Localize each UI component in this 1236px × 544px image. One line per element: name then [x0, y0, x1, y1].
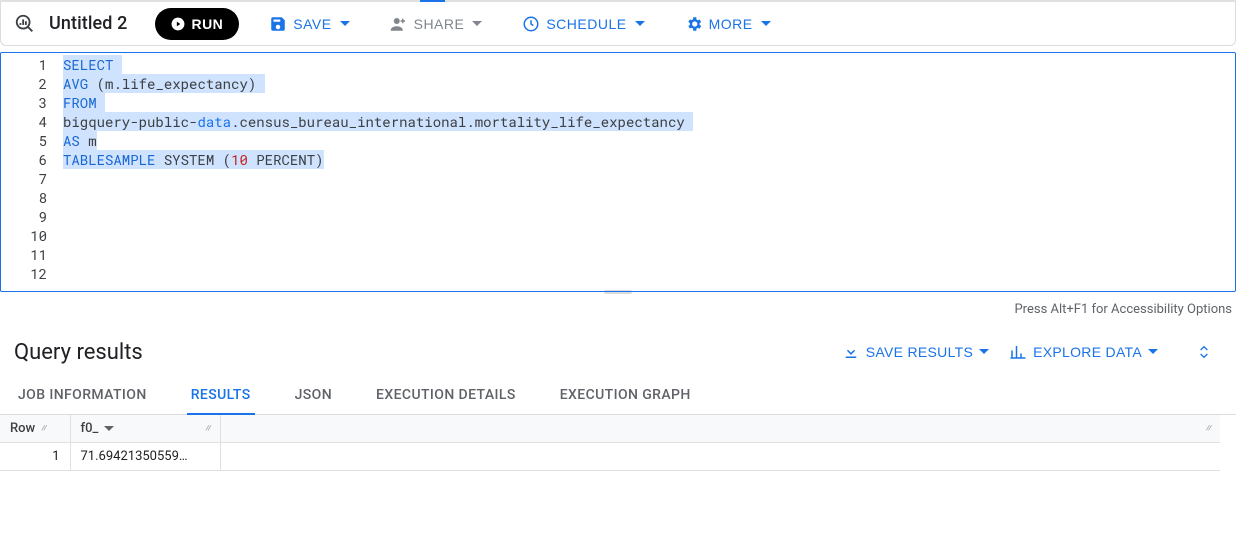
editor-gutter: 123456789101112 — [1, 55, 61, 289]
run-button-label: RUN — [191, 16, 223, 32]
share-button[interactable]: SHARE — [380, 8, 493, 40]
results-tab-execution-details[interactable]: EXECUTION DETAILS — [372, 377, 520, 415]
accessibility-hint: Press Alt+F1 for Accessibility Options — [0, 302, 1236, 322]
results-tab-results[interactable]: RESULTS — [187, 377, 255, 415]
explore-data-button[interactable]: EXPLORE DATA — [999, 334, 1168, 370]
query-tab-icon — [13, 12, 37, 36]
col-header-row-label: Row — [10, 421, 35, 436]
col-header-f0-label: f0_ — [81, 421, 99, 436]
results-tab-job-information[interactable]: JOB INFORMATION — [14, 377, 151, 415]
save-results-button[interactable]: SAVE RESULTS — [832, 334, 999, 370]
save-results-label: SAVE RESULTS — [866, 344, 973, 360]
table-row[interactable]: 171.69421350559… — [0, 443, 1220, 471]
results-title: Query results — [14, 340, 143, 365]
schedule-button[interactable]: SCHEDULE — [512, 8, 654, 40]
play-icon — [171, 17, 185, 31]
explore-data-label: EXPLORE DATA — [1033, 344, 1142, 360]
schedule-icon — [522, 15, 540, 33]
cell-spacer — [220, 443, 1220, 471]
col-header-spacer: ⁄⁄ — [220, 415, 1220, 443]
gear-icon — [685, 15, 703, 33]
tab-title: Untitled 2 — [49, 13, 127, 34]
collapse-results-button[interactable] — [1186, 334, 1222, 370]
more-button-label: MORE — [709, 16, 753, 32]
sort-icon[interactable] — [104, 424, 114, 434]
column-resize-handle[interactable]: ⁄⁄ — [205, 424, 209, 434]
results-tab-execution-graph[interactable]: EXECUTION GRAPH — [556, 377, 695, 415]
sql-editor[interactable]: 123456789101112 SELECT AVG (m.life_expec… — [0, 52, 1236, 292]
chevron-down-icon — [340, 19, 350, 29]
column-resize-handle[interactable]: ⁄⁄ — [41, 424, 45, 434]
editor-code-area[interactable]: SELECT AVG (m.life_expectancy) FROM bigq… — [61, 55, 1235, 289]
share-icon — [390, 15, 408, 33]
editor-toolbar: Untitled 2 RUN SAVE SHARE SCHEDULE — [0, 2, 1236, 46]
save-icon — [269, 15, 287, 33]
more-button[interactable]: MORE — [675, 8, 781, 40]
results-tab-bar: JOB INFORMATION RESULTS JSON EXECUTION DETA… — [0, 376, 1236, 415]
save-button[interactable]: SAVE — [259, 8, 359, 40]
results-tab-json[interactable]: JSON — [291, 377, 336, 415]
panel-resize-handle[interactable] — [0, 292, 1236, 300]
share-button-label: SHARE — [414, 16, 465, 32]
save-button-label: SAVE — [293, 16, 331, 32]
cell-row-index: 1 — [0, 443, 70, 471]
download-icon — [842, 343, 860, 361]
chevron-down-icon — [472, 19, 482, 29]
expand-collapse-icon — [1196, 344, 1212, 360]
results-header: Query results SAVE RESULTS EXPLORE DATA — [0, 322, 1236, 376]
cell-f0: 71.69421350559… — [70, 443, 220, 471]
results-grid: Row ⁄⁄ f0_ ⁄⁄ ⁄⁄ 171.69421350559… — [0, 415, 1220, 471]
chevron-down-icon — [1148, 347, 1158, 357]
chevron-down-icon — [635, 19, 645, 29]
chevron-down-icon — [761, 19, 771, 29]
schedule-button-label: SCHEDULE — [546, 16, 626, 32]
col-header-f0[interactable]: f0_ ⁄⁄ — [70, 415, 220, 443]
column-resize-handle[interactable]: ⁄⁄ — [1206, 424, 1210, 434]
chevron-down-icon — [979, 347, 989, 357]
col-header-row[interactable]: Row ⁄⁄ — [0, 415, 70, 443]
run-button[interactable]: RUN — [155, 8, 239, 40]
chart-icon — [1009, 343, 1027, 361]
